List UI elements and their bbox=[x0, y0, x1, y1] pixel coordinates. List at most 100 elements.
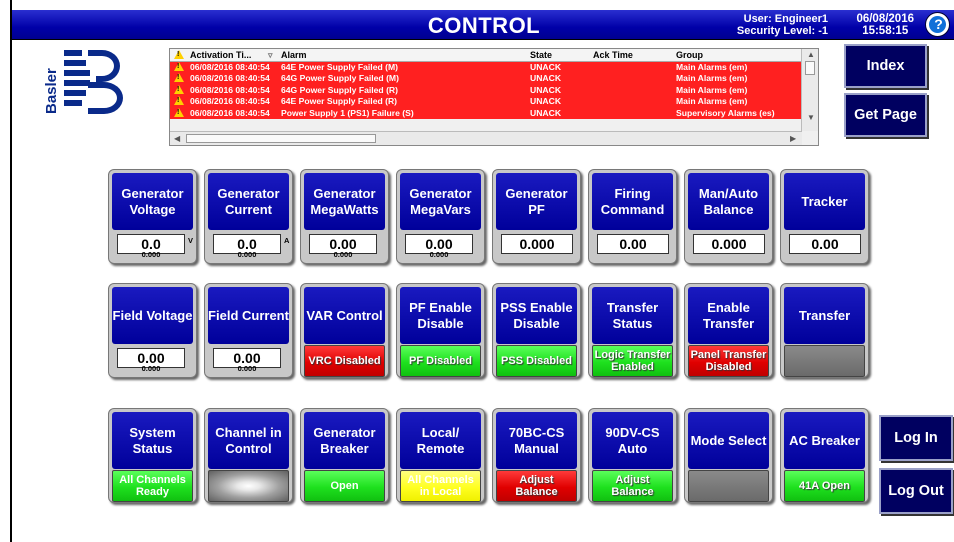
ac-breaker-indicator[interactable]: 41A Open bbox=[784, 470, 865, 502]
system-status-indicator: All Channels Ready bbox=[112, 470, 193, 502]
table-row[interactable]: 06/08/2016 08:40:54 64E Power Supply Fai… bbox=[170, 96, 802, 108]
alarm-horizontal-scrollbar[interactable]: ◀ ▶ bbox=[170, 131, 802, 145]
tile-title: PF Enable Disable bbox=[400, 287, 481, 344]
tile-mode-select[interactable]: Mode Select bbox=[684, 408, 773, 503]
scroll-thumb[interactable] bbox=[805, 61, 815, 75]
tile-title: 70BC-CS Manual bbox=[496, 412, 577, 469]
vrc-status-indicator[interactable]: VRC Disabled bbox=[304, 345, 385, 377]
breaker-status-indicator[interactable]: Open bbox=[304, 470, 385, 502]
tile-title: Generator Current bbox=[208, 173, 289, 230]
user-info: User: Engineer1 Security Level: -1 bbox=[737, 13, 828, 37]
tile-transfer[interactable]: Transfer bbox=[780, 283, 869, 378]
col-group[interactable]: Group bbox=[676, 50, 703, 60]
tile-title: Channel in Control bbox=[208, 412, 289, 469]
sub-value: 0.000 bbox=[429, 250, 449, 259]
tile-title: Firing Command bbox=[592, 173, 673, 230]
tile-title: AC Breaker bbox=[784, 412, 865, 469]
warning-icon bbox=[174, 50, 184, 59]
get-page-button[interactable]: Get Page bbox=[844, 93, 927, 137]
tile-var-control[interactable]: VAR Control VRC Disabled bbox=[300, 283, 389, 378]
tile-tracker[interactable]: Tracker 0.00 bbox=[780, 169, 869, 264]
tile-title: Enable Transfer bbox=[688, 287, 769, 344]
pf-status-indicator[interactable]: PF Disabled bbox=[400, 345, 481, 377]
tile-pss-enable-disable[interactable]: PSS Enable Disable PSS Disabled bbox=[492, 283, 581, 378]
basler-logo: Basler bbox=[43, 50, 123, 114]
tile-system-status[interactable]: System Status All Channels Ready bbox=[108, 408, 197, 503]
user-name: User: Engineer1 bbox=[743, 13, 828, 25]
warning-icon bbox=[174, 84, 184, 94]
tile-title: Man/Auto Balance bbox=[688, 173, 769, 230]
table-row[interactable]: 06/08/2016 08:40:54 64G Power Supply Fai… bbox=[170, 73, 802, 85]
tile-70bc-cs-manual[interactable]: 70BC-CS Manual Adjust Balance bbox=[492, 408, 581, 503]
scroll-thumb[interactable] bbox=[186, 134, 376, 143]
sub-value: 0.000 bbox=[141, 364, 161, 373]
control-screen: CONTROL User: Engineer1 Security Level: … bbox=[10, 0, 954, 542]
tile-enable-transfer[interactable]: Enable Transfer Panel Transfer Disabled bbox=[684, 283, 773, 378]
sort-icon[interactable]: ▿ bbox=[268, 50, 273, 61]
value-field: 0.00 bbox=[789, 234, 861, 254]
col-state[interactable]: State bbox=[530, 50, 552, 60]
manual-adjust-balance-button[interactable]: Adjust Balance bbox=[496, 470, 577, 502]
tile-generator-megawatts[interactable]: Generator MegaWatts 0.00 0.000 bbox=[300, 169, 389, 264]
tile-generator-current[interactable]: Generator Current 0.0 A 0.000 bbox=[204, 169, 293, 264]
log-out-button[interactable]: Log Out bbox=[879, 468, 953, 514]
tile-title: Generator Voltage bbox=[112, 173, 193, 230]
sub-value: 0.000 bbox=[141, 250, 161, 259]
tile-transfer-status[interactable]: Transfer Status Logic Transfer Enabled bbox=[588, 283, 677, 378]
tile-generator-breaker[interactable]: Generator Breaker Open bbox=[300, 408, 389, 503]
sub-value: 0.000 bbox=[237, 364, 257, 373]
tile-title: Tracker bbox=[784, 173, 865, 230]
warning-icon bbox=[174, 107, 184, 117]
alarm-vertical-scrollbar[interactable]: ▲ ▼ bbox=[801, 49, 818, 131]
tile-generator-voltage[interactable]: Generator Voltage 0.0 V 0.000 bbox=[108, 169, 197, 264]
mode-select-button[interactable] bbox=[688, 470, 769, 502]
tile-title: Generator Breaker bbox=[304, 412, 385, 469]
enable-transfer-indicator[interactable]: Panel Transfer Disabled bbox=[688, 345, 769, 377]
help-label: ? bbox=[934, 16, 943, 32]
tile-title: Generator PF bbox=[496, 173, 577, 230]
tile-generator-pf[interactable]: Generator PF 0.000 bbox=[492, 169, 581, 264]
tile-pf-enable-disable[interactable]: PF Enable Disable PF Disabled bbox=[396, 283, 485, 378]
tile-field-voltage[interactable]: Field Voltage 0.00 0.000 bbox=[108, 283, 197, 378]
tile-title: Generator MegaWatts bbox=[304, 173, 385, 230]
log-in-button[interactable]: Log In bbox=[879, 415, 953, 461]
help-icon[interactable]: ? bbox=[925, 12, 950, 37]
tile-title: Transfer bbox=[784, 287, 865, 344]
table-row[interactable]: 06/08/2016 08:40:54 64G Power Supply Fai… bbox=[170, 84, 802, 97]
index-button[interactable]: Index bbox=[844, 44, 927, 88]
alarm-table[interactable]: Activation Ti... ▿ Alarm State Ack Time … bbox=[169, 48, 819, 146]
security-level: Security Level: -1 bbox=[736, 25, 828, 37]
col-activation-time[interactable]: Activation Ti... bbox=[190, 50, 251, 60]
value-field: 0.000 bbox=[693, 234, 765, 254]
transfer-status-indicator: Logic Transfer Enabled bbox=[592, 345, 673, 377]
tile-generator-megavars[interactable]: Generator MegaVars 0.00 0.000 bbox=[396, 169, 485, 264]
transfer-button[interactable] bbox=[784, 345, 865, 377]
table-row[interactable]: 06/08/2016 08:40:54 Power Supply 1 (PS1)… bbox=[170, 107, 802, 119]
sub-value: 0.000 bbox=[333, 250, 353, 259]
alarm-table-header: Activation Ti... ▿ Alarm State Ack Time … bbox=[170, 49, 802, 62]
unit-label: A bbox=[284, 236, 290, 245]
tile-ac-breaker[interactable]: AC Breaker 41A Open bbox=[780, 408, 869, 503]
tile-local-remote[interactable]: Local/ Remote All Channels in Local bbox=[396, 408, 485, 503]
scroll-down-icon[interactable]: ▼ bbox=[807, 113, 815, 122]
col-alarm[interactable]: Alarm bbox=[281, 50, 307, 60]
tile-title: VAR Control bbox=[304, 287, 385, 344]
tile-90dv-cs-auto[interactable]: 90DV-CS Auto Adjust Balance bbox=[588, 408, 677, 503]
scroll-left-icon[interactable]: ◀ bbox=[174, 134, 180, 143]
tile-field-current[interactable]: Field Current 0.00 0.000 bbox=[204, 283, 293, 378]
svg-text:Basler: Basler bbox=[43, 68, 60, 114]
tile-channel-in-control[interactable]: Channel in Control bbox=[204, 408, 293, 503]
auto-adjust-balance-button[interactable]: Adjust Balance bbox=[592, 470, 673, 502]
local-remote-indicator[interactable]: All Channels in Local bbox=[400, 470, 481, 502]
tile-man-auto-balance[interactable]: Man/Auto Balance 0.000 bbox=[684, 169, 773, 264]
scroll-right-icon[interactable]: ▶ bbox=[790, 134, 796, 143]
pss-status-indicator[interactable]: PSS Disabled bbox=[496, 345, 577, 377]
table-row[interactable]: 06/08/2016 08:40:54 64E Power Supply Fai… bbox=[170, 62, 802, 74]
value-field: 0.000 bbox=[501, 234, 573, 254]
channel-indicator-light bbox=[208, 470, 289, 502]
tile-firing-command[interactable]: Firing Command 0.00 bbox=[588, 169, 677, 264]
warning-icon bbox=[174, 96, 184, 106]
unit-label: V bbox=[188, 236, 194, 245]
col-ack-time[interactable]: Ack Time bbox=[593, 50, 633, 60]
scroll-up-icon[interactable]: ▲ bbox=[807, 50, 815, 59]
